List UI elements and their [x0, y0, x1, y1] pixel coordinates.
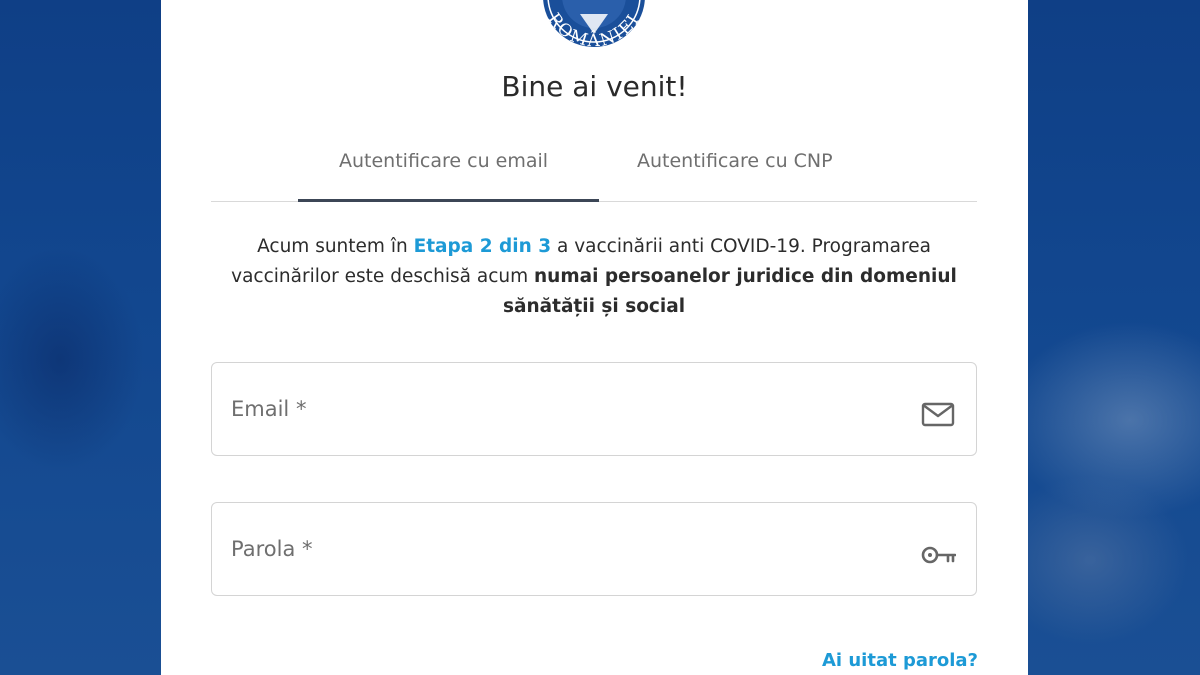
vaccination-notice: Acum suntem în Etapa 2 din 3 a vaccinări…: [211, 232, 977, 322]
email-label: Email *: [231, 397, 307, 421]
password-label: Parola *: [231, 537, 313, 561]
forgot-password-link[interactable]: Ai uitat parola?: [822, 650, 978, 671]
email-field[interactable]: Email *: [211, 362, 977, 456]
notice-highlight: Etapa 2 din 3: [413, 236, 552, 257]
key-icon: [921, 546, 956, 564]
notice-bold: numai persoanelor juridice din domeniul …: [502, 266, 957, 317]
notice-text-1: Acum suntem în: [257, 236, 414, 257]
login-tabs: Autentificare cu email Autentificare cu …: [211, 130, 977, 202]
password-field[interactable]: Parola *: [211, 502, 977, 596]
tab-cnp-login[interactable]: Autentificare cu CNP: [637, 150, 833, 172]
login-card: ROMÂNIEI Bine ai venit! Autentificare cu…: [161, 0, 1028, 675]
page-title: Bine ai venit!: [501, 70, 688, 103]
envelope-icon: [921, 402, 955, 427]
government-seal-logo: ROMÂNIEI: [543, 0, 645, 48]
active-tab-indicator: [298, 199, 599, 202]
tab-email-login[interactable]: Autentificare cu email: [339, 150, 548, 172]
